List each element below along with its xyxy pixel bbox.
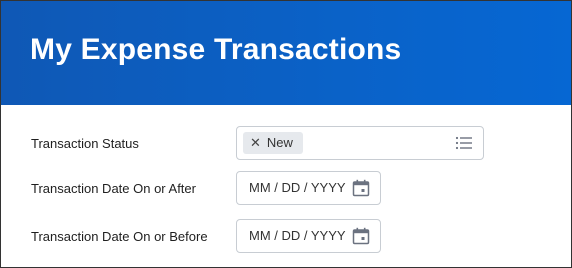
- status-pill-label: New: [266, 135, 293, 150]
- transaction-status-label: Transaction Status: [31, 136, 139, 151]
- list-icon[interactable]: [455, 135, 473, 151]
- close-icon[interactable]: ✕: [250, 132, 261, 154]
- date-before-label: Transaction Date On or Before: [31, 229, 208, 244]
- expense-transactions-panel: My Expense Transactions Transaction Stat…: [0, 0, 572, 268]
- date-after-field[interactable]: MM / DD / YYYY: [236, 171, 381, 205]
- date-after-placeholder: MM / DD / YYYY: [249, 180, 346, 195]
- date-before-placeholder: MM / DD / YYYY: [249, 228, 346, 243]
- calendar-icon[interactable]: [352, 179, 370, 197]
- date-after-row: Transaction Date On or After MM / DD / Y…: [1, 171, 571, 207]
- date-before-row: Transaction Date On or Before MM / DD / …: [1, 219, 571, 255]
- transaction-status-row: Transaction Status ✕ New: [1, 126, 571, 162]
- date-after-label: Transaction Date On or After: [31, 181, 196, 196]
- page-header: My Expense Transactions: [1, 1, 571, 105]
- calendar-icon[interactable]: [352, 227, 370, 245]
- date-before-field[interactable]: MM / DD / YYYY: [236, 219, 381, 253]
- page-title: My Expense Transactions: [30, 33, 402, 66]
- transaction-status-select[interactable]: ✕ New: [236, 126, 484, 160]
- status-pill-new: ✕ New: [243, 132, 303, 154]
